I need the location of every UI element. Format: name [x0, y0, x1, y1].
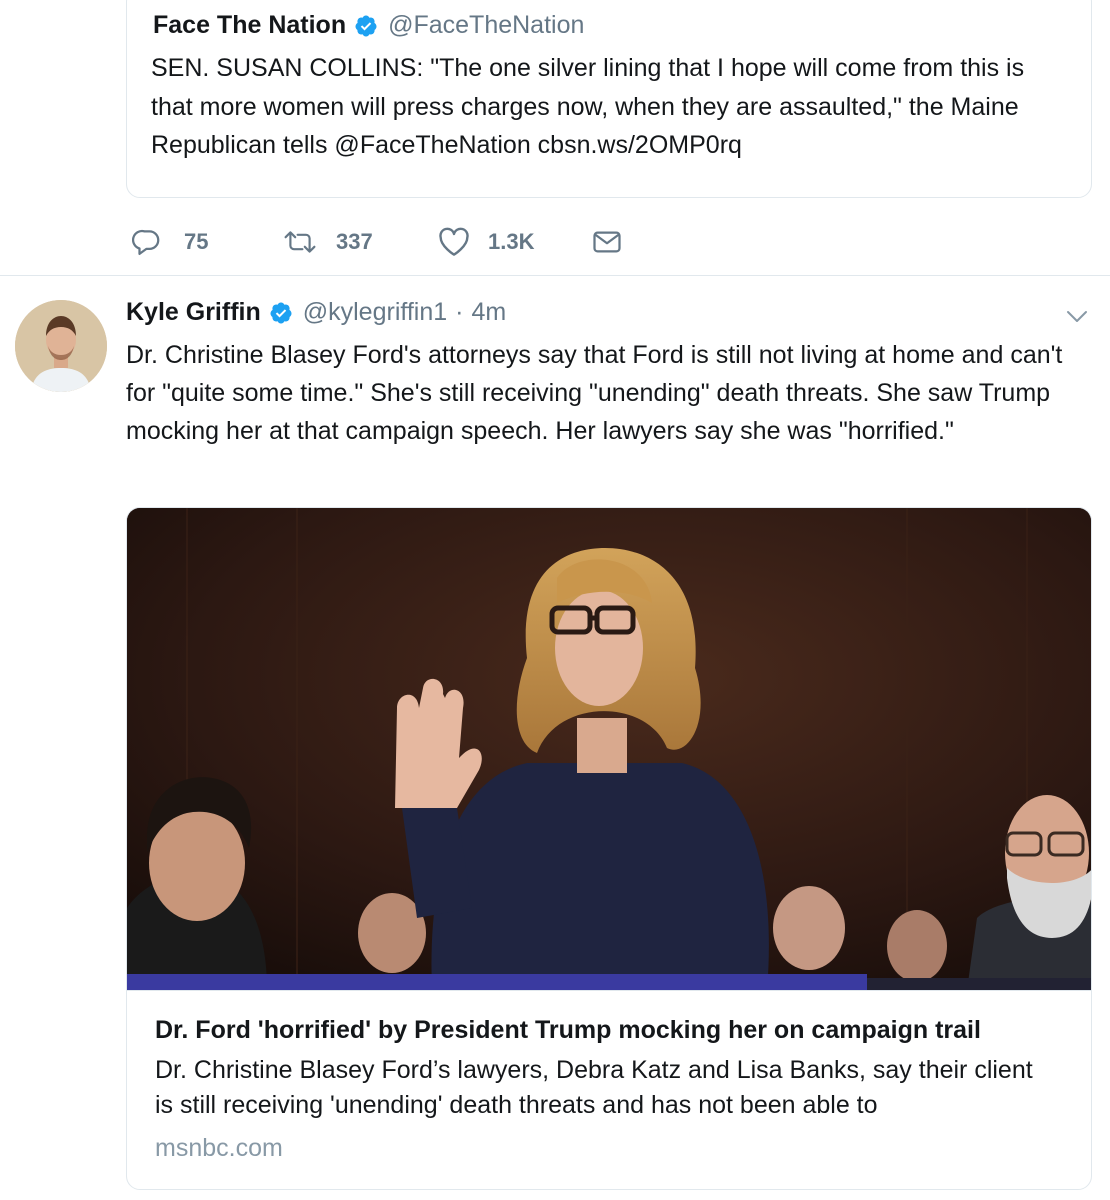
- tweet-meta-separator: ·: [455, 298, 464, 326]
- like-button[interactable]: 1.3K: [438, 222, 534, 262]
- quoted-tweet-card[interactable]: Face The Nation @FaceTheNation SEN. SUSA…: [126, 0, 1092, 198]
- direct-message-icon: [593, 231, 621, 253]
- like-count: 1.3K: [488, 229, 535, 254]
- tweet-author-name[interactable]: Kyle Griffin: [126, 298, 261, 327]
- tweet-divider: [0, 275, 1110, 276]
- reply-button[interactable]: 75: [132, 222, 208, 262]
- retweet-icon: [284, 231, 316, 253]
- link-preview-domain[interactable]: msnbc.com: [155, 1134, 283, 1163]
- tweet-handle[interactable]: @kylegriffin1: [303, 298, 447, 327]
- tweet-text: Dr. Christine Blasey Ford's attorneys sa…: [126, 341, 1063, 445]
- retweet-count: 337: [336, 229, 373, 254]
- quoted-tweet-author-name[interactable]: Face The Nation: [153, 11, 346, 40]
- like-icon: [439, 227, 469, 256]
- retweet-button[interactable]: 337: [282, 222, 373, 262]
- quoted-tweet-handle[interactable]: @FaceTheNation: [388, 11, 584, 40]
- link-preview-title[interactable]: Dr. Ford 'horrified' by President Trump …: [155, 1015, 1075, 1045]
- tweet-header: Kyle Griffin @kylegriffin1 · 4m: [126, 298, 506, 327]
- verified-badge-icon: [270, 302, 292, 323]
- verified-badge-icon: [355, 15, 377, 36]
- link-preview-card[interactable]: Dr. Ford 'horrified' by President Trump …: [126, 507, 1092, 1190]
- reply-count: 75: [184, 229, 209, 254]
- reply-icon: [132, 229, 160, 255]
- chevron-down-icon[interactable]: [1062, 304, 1092, 328]
- link-preview-body: Dr. Ford 'horrified' by President Trump …: [127, 990, 1091, 1189]
- direct-message-button[interactable]: [592, 222, 622, 262]
- quoted-tweet-header: Face The Nation @FaceTheNation: [153, 11, 584, 40]
- avatar[interactable]: [15, 300, 107, 392]
- quoted-tweet-text: SEN. SUSAN COLLINS: "The one silver lini…: [151, 54, 1025, 159]
- tweet-timestamp[interactable]: 4m: [472, 298, 507, 327]
- link-preview-image: [127, 508, 1091, 990]
- link-preview-description: Dr. Christine Blasey Ford’s lawyers, Deb…: [155, 1056, 1033, 1119]
